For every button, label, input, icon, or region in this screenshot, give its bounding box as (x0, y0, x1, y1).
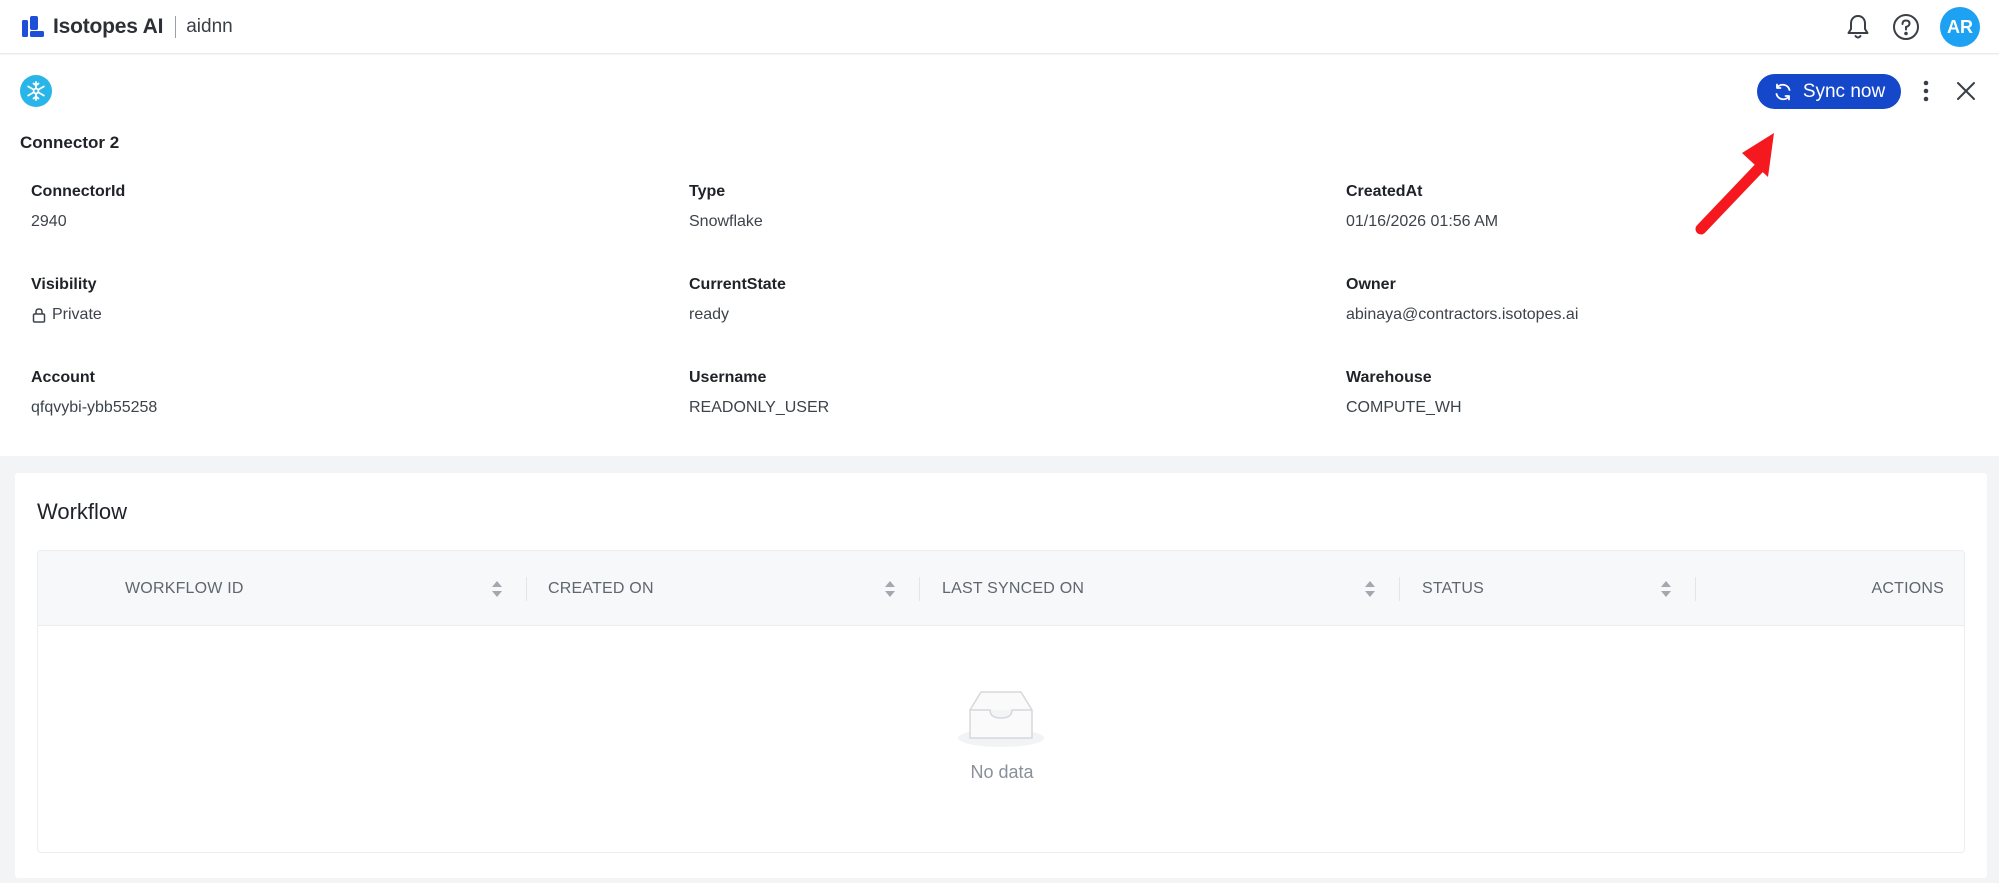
owner-field: Owner abinaya@contractors.isotopes.ai (1346, 276, 1578, 324)
workflow-panel: Workflow WORKFLOW ID CREATED ON LAST SYN… (15, 473, 1987, 878)
bell-icon[interactable] (1844, 13, 1872, 41)
workspace-name: aidnn (186, 15, 233, 37)
help-icon[interactable] (1892, 13, 1920, 41)
current-state-field: CurrentState ready (689, 276, 786, 324)
current-state-label: CurrentState (689, 276, 786, 293)
sort-icon[interactable] (1660, 579, 1672, 599)
brand[interactable]: Isotopes AI aidnn (22, 15, 233, 39)
warehouse-value: COMPUTE_WH (1346, 399, 1462, 416)
annotation-arrow-icon (1695, 133, 1774, 235)
column-divider (1399, 577, 1400, 601)
created-at-value: 01/16/2026 01:56 AM (1346, 213, 1499, 230)
column-header-last-synced-on[interactable]: LAST SYNCED ON (942, 551, 1084, 626)
connector-name: Connector 2 (20, 133, 120, 152)
type-value: Snowflake (689, 213, 763, 230)
column-header-status[interactable]: STATUS (1422, 551, 1484, 626)
column-divider (526, 577, 527, 601)
visibility-value: Private (31, 306, 102, 324)
sort-icon[interactable] (1364, 579, 1376, 599)
table-header: WORKFLOW ID CREATED ON LAST SYNCED ON ST… (38, 551, 1964, 626)
current-state-value: ready (689, 306, 730, 323)
owner-label: Owner (1346, 276, 1396, 293)
connector-id-field: ConnectorId 2940 (31, 183, 125, 231)
column-divider (919, 577, 920, 601)
created-at-field: CreatedAt 01/16/2026 01:56 AM (1346, 183, 1498, 231)
visibility-label: Visibility (31, 276, 97, 293)
username-value: READONLY_USER (689, 399, 830, 416)
top-bar: Isotopes AI aidnn AR (0, 0, 1999, 54)
account-label: Account (31, 369, 95, 386)
more-options-icon[interactable] (1913, 76, 1939, 106)
connector-id-value: 2940 (31, 213, 67, 230)
sort-icon[interactable] (491, 579, 503, 599)
close-icon[interactable] (1952, 77, 1980, 105)
snowflake-icon (20, 75, 52, 107)
isotopes-logo-icon (22, 15, 44, 38)
empty-inbox-icon (956, 688, 1046, 750)
visibility-text: Private (52, 306, 102, 323)
workflow-title: Workflow (37, 499, 128, 524)
username-label: Username (689, 369, 767, 386)
type-label: Type (689, 183, 726, 200)
lock-icon (31, 307, 47, 323)
sort-icon[interactable] (884, 579, 896, 599)
username-field: Username READONLY_USER (689, 369, 829, 417)
sync-now-label: Sync now (1802, 80, 1886, 102)
visibility-field: Visibility Private (31, 276, 102, 324)
created-at-label: CreatedAt (1346, 183, 1423, 200)
brand-name: Isotopes AI (53, 14, 164, 38)
workflow-table: WORKFLOW ID CREATED ON LAST SYNCED ON ST… (37, 550, 1965, 853)
account-value: qfqvybi-ybb55258 (31, 399, 158, 416)
owner-value: abinaya@contractors.isotopes.ai (1346, 306, 1579, 323)
warehouse-field: Warehouse COMPUTE_WH (1346, 369, 1462, 417)
empty-state-text: No data (970, 762, 1034, 782)
refresh-icon (1773, 82, 1793, 102)
brand-divider (175, 15, 177, 38)
empty-state: No data (38, 626, 1964, 852)
account-field: Account qfqvybi-ybb55258 (31, 369, 157, 417)
column-header-created-on[interactable]: CREATED ON (548, 551, 654, 626)
connector-id-label: ConnectorId (31, 183, 126, 200)
avatar[interactable]: AR (1940, 7, 1980, 47)
column-divider (1695, 577, 1696, 601)
type-field: Type Snowflake (689, 183, 763, 231)
column-header-actions: ACTIONS (1871, 579, 1944, 597)
connector-details-panel: Connector 2 Sync now ConnectorId 2940 Ty… (0, 55, 1999, 456)
sync-now-button[interactable]: Sync now (1757, 74, 1901, 109)
column-header-workflow-id[interactable]: WORKFLOW ID (125, 551, 244, 626)
warehouse-label: Warehouse (1346, 369, 1432, 386)
